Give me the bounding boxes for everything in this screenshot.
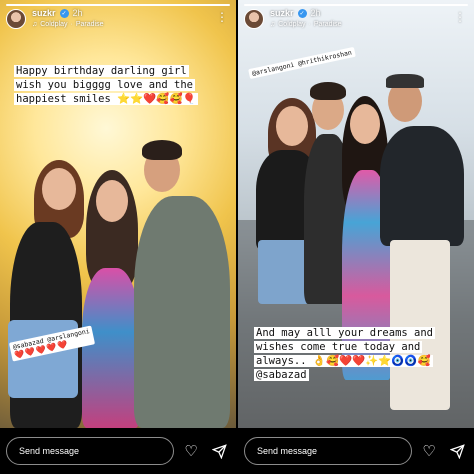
username[interactable]: suzkr [270,9,294,18]
send-message-input[interactable]: Send message [6,437,174,465]
person-hair [386,74,424,88]
caption-line: Happy birthday darling girl [14,65,189,77]
story-progress-bar [244,4,468,6]
story-progress-bar [6,4,230,6]
post-time: 2h [72,8,83,18]
caption-line: happiest smiles ⭐⭐❤️🥰🥰🎈 [14,93,198,105]
person-head [276,106,308,146]
caption-line: wishes come true today and [254,341,423,353]
story-caption: And may alll your dreams and wishes come… [254,326,468,382]
music-artist: Coldplay [278,21,306,28]
separator: · [70,21,73,28]
paper-plane-icon[interactable] [208,440,230,462]
heart-icon[interactable]: ♡ [180,440,202,462]
caption-line: And may alll your dreams and [254,327,436,339]
person-shirt [134,196,230,428]
music-artist: Coldplay [40,21,68,28]
verified-badge-icon: ✓ [59,9,69,18]
reply-bar: Send message ♡ [238,428,474,474]
person-hair [142,140,182,160]
person-tshirt [380,126,464,246]
caption-line: always.. 👌🥰❤️❤️✨⭐🧿🧿🥰 [254,355,433,367]
separator: · [308,21,311,28]
story-progress-fill [244,4,468,6]
caption-line: @sabazad [254,369,309,381]
more-vertical-icon[interactable]: ⋮ [216,11,228,23]
music-song: Paradise [75,21,104,28]
person-hair [310,82,346,100]
person-pants [390,240,450,410]
username[interactable]: suzkr [32,9,56,18]
story-panel-left[interactable]: suzkr ✓ 2h ♫ Coldplay · Paradise ⋮ Happy… [0,0,236,474]
story-header: suzkr ✓ 2h ♫ Coldplay · Paradise ⋮ [244,9,468,35]
story-caption: Happy birthday darling girl wish you big… [14,64,230,106]
story-header: suzkr ✓ 2h ♫ Coldplay · Paradise ⋮ [6,9,230,35]
caption-line: wish you bigggg love and the [14,79,196,91]
story-panel-right[interactable]: suzkr ✓ 2h ♫ Coldplay · Paradise ⋮ @arsl… [238,0,474,474]
reply-bar: Send message ♡ [0,428,236,474]
person-head [96,180,128,222]
music-note-icon: ♫ [270,21,276,28]
music-note-icon: ♫ [32,21,38,28]
music-attribution[interactable]: ♫ Coldplay · Paradise [32,21,103,28]
story-progress-fill [6,4,230,6]
avatar[interactable] [244,9,264,29]
person-head [350,104,380,144]
music-song: Paradise [313,21,342,28]
paper-plane-icon[interactable] [446,440,468,462]
person-outfit [82,268,140,428]
heart-icon[interactable]: ♡ [418,440,440,462]
post-time: 2h [310,8,321,18]
avatar[interactable] [6,9,26,29]
verified-badge-icon: ✓ [297,9,307,18]
send-message-input[interactable]: Send message [244,437,412,465]
person-head [42,168,76,210]
music-attribution[interactable]: ♫ Coldplay · Paradise [270,21,341,28]
more-vertical-icon[interactable]: ⋮ [454,11,466,23]
